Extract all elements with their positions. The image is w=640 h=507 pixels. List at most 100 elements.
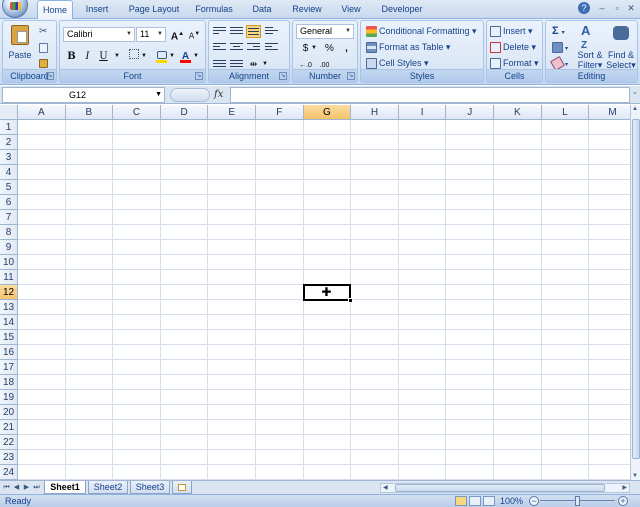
- formula-input[interactable]: [230, 87, 630, 103]
- row-header[interactable]: 13: [0, 300, 18, 315]
- bold-button[interactable]: B: [64, 49, 79, 64]
- row-header[interactable]: 6: [0, 195, 18, 210]
- column-header[interactable]: D: [160, 105, 209, 120]
- font-color-dropdown[interactable]: ▼: [192, 49, 200, 64]
- row-header[interactable]: 11: [0, 270, 18, 285]
- borders-button[interactable]: [126, 49, 141, 64]
- alignment-launcher-icon[interactable]: ↘: [279, 72, 287, 80]
- column-header[interactable]: B: [65, 105, 114, 120]
- horizontal-scrollbar[interactable]: ◀ ▶: [380, 483, 630, 493]
- sheet-tab-sheet1[interactable]: Sheet1: [44, 481, 86, 494]
- shrink-font-button[interactable]: A▼: [187, 27, 202, 42]
- row-header[interactable]: 2: [0, 135, 18, 150]
- find-select-button[interactable]: Find & Select▾: [606, 24, 636, 70]
- row-header[interactable]: 20: [0, 405, 18, 420]
- zoom-slider-thumb[interactable]: [575, 496, 580, 506]
- first-sheet-icon[interactable]: ⏮: [2, 482, 11, 494]
- last-sheet-icon[interactable]: ⏭: [32, 482, 41, 494]
- vertical-scrollbar[interactable]: ▲ ▼: [630, 105, 640, 480]
- column-header[interactable]: A: [18, 105, 66, 120]
- sort-filter-button[interactable]: AZ Sort & Filter▾: [576, 24, 604, 70]
- paste-button[interactable]: Paste: [7, 23, 33, 61]
- zoom-out-button[interactable]: −: [529, 496, 539, 506]
- column-header[interactable]: M: [589, 105, 630, 120]
- number-format-dropdown[interactable]: General ▼: [296, 24, 354, 39]
- tab-home[interactable]: Home: [37, 0, 73, 20]
- currency-dropdown[interactable]: ▼: [310, 41, 318, 56]
- row-header[interactable]: 14: [0, 315, 18, 330]
- normal-view-button[interactable]: [455, 496, 467, 506]
- scroll-left-icon[interactable]: ◀: [383, 484, 388, 492]
- formula-bar-expander[interactable]: [170, 88, 210, 102]
- fill-button[interactable]: ▾: [552, 40, 568, 54]
- tab-insert[interactable]: Insert: [80, 0, 114, 19]
- row-header[interactable]: 1: [0, 120, 18, 135]
- align-middle-button[interactable]: [229, 25, 244, 38]
- scroll-down-icon[interactable]: ▼: [632, 473, 638, 479]
- scroll-up-icon[interactable]: ▲: [632, 106, 638, 112]
- insert-function-button[interactable]: fx: [214, 87, 228, 103]
- row-header[interactable]: 18: [0, 375, 18, 390]
- font-size-dropdown[interactable]: 11 ▼: [136, 27, 166, 42]
- column-header[interactable]: F: [256, 105, 304, 120]
- row-header[interactable]: 3: [0, 150, 18, 165]
- tab-developer[interactable]: Developer: [375, 0, 429, 19]
- fill-color-dropdown[interactable]: ▼: [168, 49, 176, 64]
- row-header[interactable]: 21: [0, 420, 18, 435]
- tab-page-layout[interactable]: Page Layout: [124, 0, 184, 19]
- row-header[interactable]: 16: [0, 345, 18, 360]
- conditional-formatting-button[interactable]: Conditional Formatting ▾: [366, 24, 477, 38]
- tab-data[interactable]: Data: [248, 0, 276, 19]
- borders-dropdown[interactable]: ▼: [140, 49, 148, 64]
- row-header[interactable]: 9: [0, 240, 18, 255]
- page-layout-view-button[interactable]: [469, 496, 481, 506]
- copy-button[interactable]: [39, 40, 53, 54]
- column-header[interactable]: I: [398, 105, 447, 120]
- page-break-view-button[interactable]: [483, 496, 495, 506]
- office-button[interactable]: [2, 0, 28, 18]
- cut-button[interactable]: ✂: [39, 24, 53, 38]
- number-launcher-icon[interactable]: ↘: [347, 72, 355, 80]
- row-header[interactable]: 10: [0, 255, 18, 270]
- tab-view[interactable]: View: [336, 0, 366, 19]
- font-name-dropdown[interactable]: Calibri ▼: [63, 27, 135, 42]
- clear-button[interactable]: ▾: [549, 56, 568, 72]
- cell-styles-button[interactable]: Cell Styles ▾: [366, 56, 429, 70]
- insert-sheet-button[interactable]: [172, 481, 192, 494]
- percent-button[interactable]: %: [322, 41, 337, 56]
- column-header[interactable]: E: [208, 105, 256, 120]
- orientation-button[interactable]: [264, 25, 279, 38]
- clipboard-launcher-icon[interactable]: ↘: [46, 72, 54, 80]
- row-header[interactable]: 22: [0, 435, 18, 450]
- column-header[interactable]: G: [303, 105, 352, 120]
- row-header[interactable]: 23: [0, 450, 18, 465]
- select-all-button[interactable]: [0, 105, 18, 120]
- font-launcher-icon[interactable]: ↘: [195, 72, 203, 80]
- sheet-tab-sheet2[interactable]: Sheet2: [88, 481, 128, 494]
- column-header[interactable]: H: [351, 105, 399, 120]
- column-header[interactable]: J: [446, 105, 494, 120]
- help-icon[interactable]: ?: [578, 2, 590, 14]
- column-header[interactable]: K: [494, 105, 542, 120]
- tab-review[interactable]: Review: [287, 0, 327, 19]
- restore-icon[interactable]: ▫: [611, 2, 623, 14]
- expand-formula-icon[interactable]: ⌄: [632, 88, 638, 96]
- column-header[interactable]: C: [113, 105, 161, 120]
- comma-button[interactable]: ,: [339, 41, 354, 56]
- align-left-button[interactable]: [212, 41, 227, 54]
- fill-color-button[interactable]: [154, 49, 169, 64]
- next-sheet-icon[interactable]: ▶: [22, 482, 31, 494]
- zoom-level[interactable]: 100%: [500, 495, 523, 507]
- wrap-text-button[interactable]: [264, 41, 279, 54]
- italic-button[interactable]: I: [80, 49, 95, 64]
- name-box[interactable]: G12 ▼: [2, 87, 165, 103]
- zoom-in-button[interactable]: +: [618, 496, 628, 506]
- sheet-tab-sheet3[interactable]: Sheet3: [130, 481, 170, 494]
- tab-formulas[interactable]: Formulas: [191, 0, 237, 19]
- align-right-button[interactable]: [246, 41, 261, 54]
- row-header[interactable]: 15: [0, 330, 18, 345]
- vertical-scroll-thumb[interactable]: [632, 119, 640, 459]
- row-header[interactable]: 7: [0, 210, 18, 225]
- prev-sheet-icon[interactable]: ◀: [12, 482, 21, 494]
- row-header[interactable]: 4: [0, 165, 18, 180]
